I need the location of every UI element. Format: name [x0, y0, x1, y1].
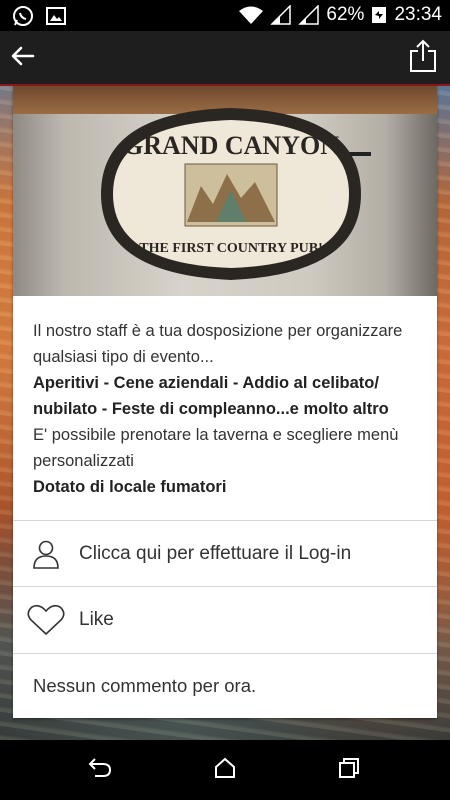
recents-icon [338, 757, 360, 784]
login-label: Clicca qui per effettuare il Log-in [79, 542, 352, 564]
description: Il nostro staff è a tua dosposizione per… [13, 296, 437, 510]
like-label: Like [79, 609, 114, 630]
description-booking: E' possibile prenotare la taverna e sceg… [33, 426, 399, 470]
whatsapp-icon [12, 5, 34, 27]
signal-icon [270, 5, 292, 25]
battery-icon [370, 5, 388, 25]
description-events: Aperitivi - Cene aziendali - Addio al ce… [33, 374, 389, 418]
notification-icons [12, 5, 66, 27]
status-bar: 62% 23:34 [0, 0, 450, 31]
battery-percent: 62% [326, 4, 365, 25]
user-icon [13, 539, 79, 569]
comments-row: Nessun commento per ora. [13, 653, 437, 718]
share-button[interactable] [406, 39, 440, 77]
wifi-icon [238, 5, 264, 25]
nav-recents-button[interactable] [331, 754, 367, 786]
sign-title: GRAND CANYON [123, 131, 339, 160]
description-intro: Il nostro staff è a tua dosposizione per… [33, 322, 403, 366]
sign-subtitle: THE FIRST COUNTRY PUB! [139, 241, 322, 256]
pub-sign: GRAND CANYON THE FIRST COUNTRY PUB! [91, 94, 391, 294]
share-icon [409, 39, 437, 78]
navigation-bar [0, 740, 450, 800]
description-smoking: Dotato di locale fumatori [33, 478, 227, 496]
login-row[interactable]: Clicca qui per effettuare il Log-in [13, 520, 437, 586]
back-button[interactable] [6, 41, 40, 75]
app-bar [0, 31, 450, 86]
heart-icon [13, 604, 79, 636]
home-icon [214, 757, 236, 784]
clock: 23:34 [394, 4, 442, 25]
hero-image: GRAND CANYON THE FIRST COUNTRY PUB! [13, 86, 437, 296]
back-icon [87, 757, 113, 783]
event-card: GRAND CANYON THE FIRST COUNTRY PUB! Il n… [13, 86, 437, 718]
image-icon [46, 7, 66, 25]
nav-back-button[interactable] [82, 754, 118, 786]
nav-home-button[interactable] [207, 754, 243, 786]
arrow-left-icon [11, 46, 35, 71]
status-indicators: 62% 23:34 [238, 4, 442, 26]
like-row[interactable]: Like [13, 586, 437, 653]
signal-icon-2 [298, 5, 320, 25]
comments-label: Nessun commento per ora. [33, 675, 257, 696]
